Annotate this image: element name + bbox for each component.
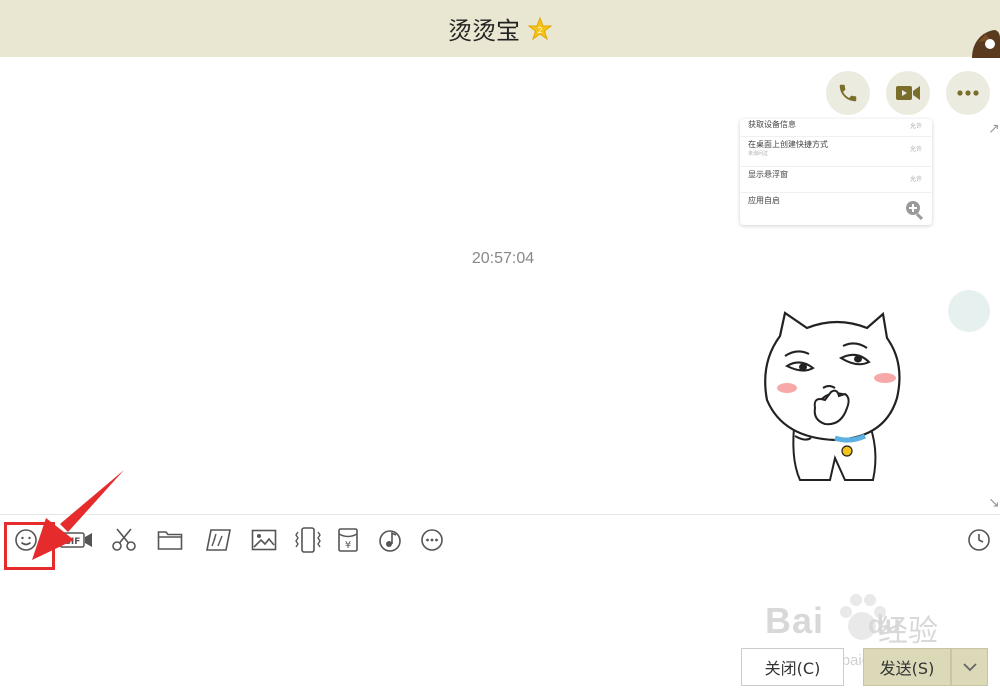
- screenshot-row-label: 获取设备信息: [748, 120, 796, 129]
- more-tools-icon: [421, 529, 443, 551]
- music-icon: [379, 530, 401, 552]
- folder-icon: [157, 531, 183, 550]
- send-image-button[interactable]: [248, 526, 280, 554]
- screenshot-row-label: 应用自启: [748, 196, 780, 205]
- chat-history[interactable]: 获取设备信息 允许 在桌面上创建快捷方式 未询问过 允许 显示悬浮窗 允许 应用…: [0, 57, 1000, 515]
- svg-text:2: 2: [537, 26, 542, 35]
- screenshot-row-value: 允许: [909, 123, 922, 130]
- chat-title: 烫烫宝: [448, 17, 520, 45]
- music-share-button[interactable]: [374, 526, 406, 554]
- send-button[interactable]: 发送(S): [863, 648, 951, 686]
- screenshot-row-label: 显示悬浮窗: [748, 170, 788, 179]
- pointer-arrow-annotation: [32, 470, 124, 560]
- send-file-button[interactable]: [154, 526, 186, 554]
- chevron-down-icon: [962, 663, 977, 672]
- expand-arrow-icon[interactable]: ↘: [988, 494, 1000, 511]
- screenshot-icon: [206, 529, 231, 551]
- scroll-indicator[interactable]: [948, 290, 990, 332]
- clock-icon: [968, 529, 990, 551]
- star-badge-icon: 2: [527, 16, 553, 41]
- screenshot-row: 在桌面上创建快捷方式 未询问过 允许: [740, 137, 932, 167]
- screenshot-row: 显示悬浮窗 允许: [740, 167, 932, 193]
- watermark-label: 经验: [878, 614, 938, 649]
- expand-arrow-icon[interactable]: ↗: [988, 120, 1000, 137]
- red-packet-icon: ¥: [338, 528, 358, 552]
- watermark-brand-part: Bai: [765, 600, 825, 641]
- shake-icon: [295, 527, 321, 553]
- screenshot-message[interactable]: 获取设备信息 允许 在桌面上创建快捷方式 未询问过 允许 显示悬浮窗 允许 应用…: [740, 119, 932, 225]
- red-packet-button[interactable]: ¥: [332, 526, 364, 554]
- screenshot-row-value: 允许: [909, 176, 922, 183]
- screenshot-row: 获取设备信息 允许: [740, 119, 932, 137]
- shake-window-button[interactable]: [292, 526, 324, 554]
- zoom-in-icon[interactable]: [904, 199, 926, 221]
- screenshot-row-label: 在桌面上创建快捷方式: [748, 140, 828, 149]
- close-button[interactable]: 关闭(C): [741, 648, 844, 686]
- screen-capture-button[interactable]: [202, 526, 234, 554]
- toolbar-divider: [0, 514, 1000, 515]
- cat-sticker-image[interactable]: [755, 308, 920, 483]
- input-toolbar: GIF ¥: [0, 520, 1000, 560]
- send-options-button[interactable]: [951, 648, 988, 686]
- more-tools-button[interactable]: [416, 526, 448, 554]
- title-bar: 烫烫宝 2: [0, 0, 1000, 58]
- screenshot-row-value: 允许: [909, 146, 922, 153]
- message-history-button[interactable]: [963, 526, 995, 554]
- contact-avatar[interactable]: [964, 22, 1000, 58]
- svg-text:¥: ¥: [345, 540, 351, 551]
- screenshot-row-sub: 未询问过: [748, 151, 769, 157]
- message-timestamp: 20:57:04: [471, 250, 535, 267]
- image-icon: [251, 529, 277, 551]
